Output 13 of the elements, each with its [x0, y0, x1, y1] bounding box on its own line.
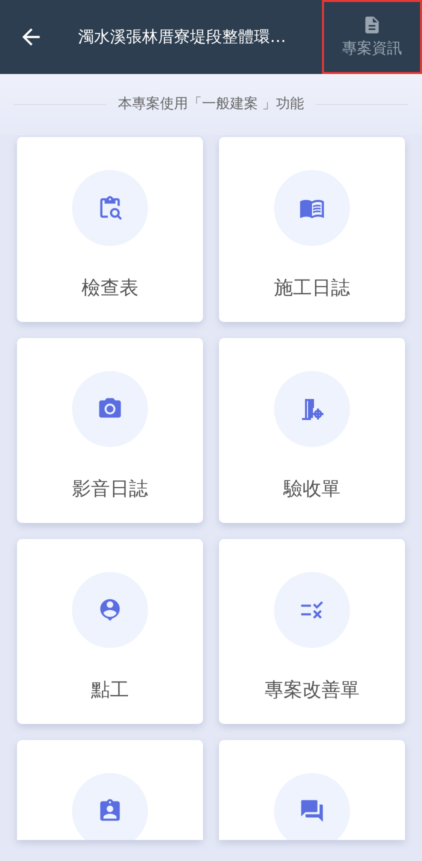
feature-tile[interactable]: 施工日誌 [219, 137, 405, 322]
feature-tile[interactable]: 影音日誌 [17, 338, 203, 523]
feature-tile[interactable]: 檢查表 [17, 137, 203, 322]
feature-tile[interactable] [17, 740, 203, 840]
feature-tile[interactable]: 專案改善單 [219, 539, 405, 724]
door-gear-icon [299, 396, 325, 422]
feature-tile[interactable]: 點工 [17, 539, 203, 724]
feature-tile[interactable]: 驗收單 [219, 338, 405, 523]
feature-tile[interactable] [219, 740, 405, 840]
project-info-button[interactable]: 專案資訊 [322, 0, 422, 74]
project-title: 濁水溪張林厝寮堤段整體環… [77, 26, 287, 48]
chat-bubbles-icon [299, 798, 325, 824]
feature-notice: 本專案使用「一般建案 」功能 [118, 95, 304, 114]
